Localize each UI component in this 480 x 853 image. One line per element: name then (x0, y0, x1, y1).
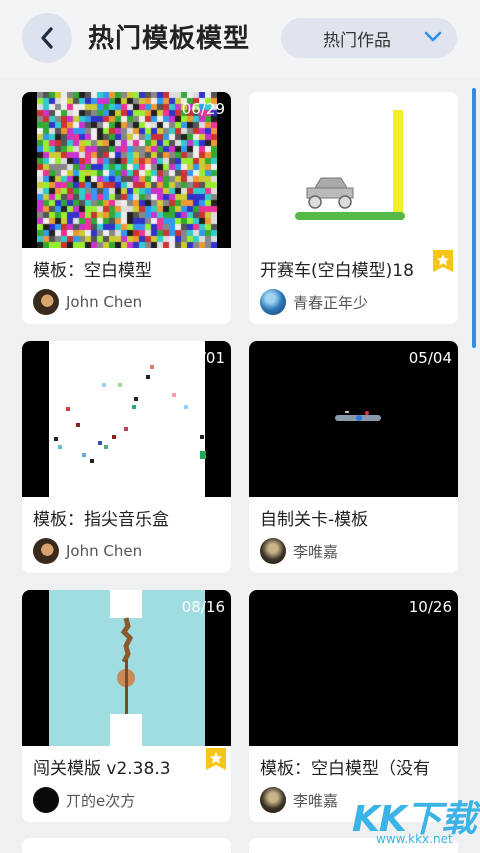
watermark-url: www.kkx.net (376, 832, 453, 846)
race-car-preview (295, 110, 405, 220)
template-thumbnail: /01 (22, 341, 231, 497)
avatar (260, 787, 286, 813)
template-card[interactable]: 08/16 闯关模版 v2.38.3 丌的e次方 (22, 590, 231, 822)
star-badge-icon (206, 748, 226, 770)
frame-counter: 06/29 (181, 100, 225, 118)
top-bar: 热门模板模型 热门作品 (0, 0, 480, 78)
template-thumbnail (249, 92, 458, 248)
card-title: 模板：空白模型 (33, 261, 152, 281)
template-card[interactable]: 10/26 模板：空白模型（没有 李唯嘉 (249, 590, 458, 822)
card-title: 闯关模版 v2.38.3 (33, 759, 171, 779)
scrollbar[interactable] (472, 88, 476, 348)
watermark: KK下载 www.kkx.net (352, 790, 480, 853)
frame-counter: 05/04 (408, 349, 452, 367)
chevron-left-icon (41, 27, 53, 49)
template-thumbnail: 05/04 (249, 341, 458, 497)
avatar (33, 538, 59, 564)
template-card[interactable]: 开赛车(空白模型)18 青春正年少 (249, 92, 458, 324)
author-name: 李唯嘉 (293, 542, 339, 561)
card-author[interactable]: 李唯嘉 (260, 538, 338, 564)
template-card[interactable] (22, 838, 231, 853)
template-thumbnail: 10/26 (249, 590, 458, 746)
template-thumbnail: 08/16 (22, 590, 231, 746)
card-title: 模板：指尖音乐盒 (33, 510, 169, 530)
chevron-down-icon (424, 31, 442, 42)
card-author[interactable]: 青春正年少 (260, 289, 368, 315)
template-card[interactable]: /01 模板：指尖音乐盒 John Chen (22, 341, 231, 573)
author-name: 青春正年少 (293, 293, 369, 312)
card-author[interactable]: John Chen (33, 289, 142, 315)
author-name: 丌的e次方 (66, 791, 136, 810)
avatar (260, 538, 286, 564)
template-thumbnail (22, 838, 231, 853)
avatar (33, 289, 59, 315)
card-author[interactable]: 李唯嘉 (260, 787, 338, 813)
template-thumbnail: 06/29 (22, 92, 231, 248)
card-title: 自制关卡-模板 (260, 510, 369, 530)
sort-dropdown[interactable]: 热门作品 (281, 18, 457, 58)
frame-counter: 10/26 (408, 598, 452, 616)
template-card[interactable]: 05/04 自制关卡-模板 李唯嘉 (249, 341, 458, 573)
card-author[interactable]: John Chen (33, 538, 142, 564)
avatar (33, 787, 59, 813)
card-title: 开赛车(空白模型)18 (260, 261, 414, 281)
sort-dropdown-label: 热门作品 (323, 30, 391, 51)
author-name: 李唯嘉 (293, 791, 339, 810)
template-card[interactable]: 06/29 模板：空白模型 John Chen (22, 92, 231, 324)
frame-counter: 08/16 (181, 598, 225, 616)
author-name: John Chen (66, 542, 143, 560)
card-author[interactable]: 丌的e次方 (33, 787, 135, 813)
frame-counter: /01 (200, 349, 225, 367)
card-title: 模板：空白模型（没有 (260, 759, 430, 779)
star-badge-icon (433, 250, 453, 272)
author-name: John Chen (66, 293, 143, 311)
page-title: 热门模板模型 (88, 24, 251, 54)
avatar (260, 289, 286, 315)
back-button[interactable] (22, 13, 72, 63)
music-box-preview (49, 341, 206, 497)
